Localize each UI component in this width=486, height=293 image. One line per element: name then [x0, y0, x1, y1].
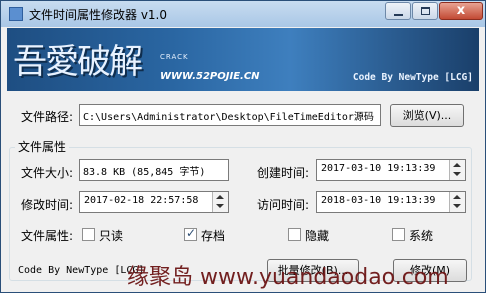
modified-datetime[interactable]: 2017-02-18 22:57:58	[79, 191, 229, 213]
attr-label: 文件属性:	[21, 229, 74, 243]
path-label: 文件路径:	[21, 110, 74, 124]
accessed-value: 2018-03-10 19:13:39	[321, 195, 436, 206]
app-window: 文件时间属性修改器 v1.0 x 吾愛破解 CRACK WWW.52POJIE.…	[0, 0, 486, 293]
banner-logo-sub: CRACK	[160, 53, 189, 61]
created-datetime[interactable]: 2017-03-10 19:13:39	[316, 159, 466, 181]
banner-credit: Code By NewType [LCG]	[352, 72, 473, 83]
spin-down-icon	[453, 172, 461, 176]
readonly-checkbox[interactable]	[82, 228, 95, 241]
spin-down-icon	[216, 204, 224, 208]
hidden-label[interactable]: 隐藏	[305, 227, 329, 244]
maximize-button[interactable]	[412, 2, 438, 20]
banner-image: 吾愛破解 CRACK WWW.52POJIE.CN Code By NewTyp…	[7, 28, 479, 91]
close-button[interactable]: x	[439, 2, 483, 20]
banner-logo: 吾愛破解	[13, 42, 143, 82]
size-label: 文件大小:	[21, 166, 74, 180]
status-text: Code By NewType [LCG]	[18, 265, 145, 276]
spin-down-icon	[453, 204, 461, 208]
watermark: 缘聚岛 www.yuandaodao.com	[127, 265, 449, 290]
created-value: 2017-03-10 19:13:39	[321, 163, 436, 174]
hidden-checkbox[interactable]	[288, 228, 301, 241]
title-bar[interactable]: 文件时间属性修改器 v1.0 x	[1, 1, 485, 27]
modified-value: 2017-02-18 22:57:58	[84, 195, 199, 206]
modified-label: 修改时间:	[21, 198, 74, 212]
spin-up-icon	[453, 195, 461, 199]
banner-url: WWW.52POJIE.CN	[160, 71, 260, 82]
close-icon: x	[456, 3, 466, 18]
checkmark-icon: ✓	[186, 226, 197, 240]
spin-up-icon	[453, 163, 461, 167]
attributes-group-title: 文件属性	[15, 138, 70, 155]
archive-checkbox[interactable]: ✓	[184, 226, 197, 241]
spin-up-icon	[216, 195, 224, 199]
readonly-label[interactable]: 只读	[99, 227, 123, 244]
system-checkbox[interactable]	[392, 228, 405, 241]
minimize-icon	[394, 14, 403, 16]
archive-label[interactable]: 存档	[201, 227, 225, 244]
accessed-datetime[interactable]: 2018-03-10 19:13:39	[316, 191, 466, 213]
maximize-icon	[421, 7, 430, 15]
created-label: 创建时间:	[257, 166, 310, 180]
path-field[interactable]: C:\Users\Administrator\Desktop\FileTimeE…	[79, 104, 381, 126]
modified-spinner[interactable]	[212, 192, 228, 212]
browse-button[interactable]: 浏览(V)...	[390, 104, 464, 127]
minimize-button[interactable]	[385, 2, 411, 20]
window-title: 文件时间属性修改器 v1.0	[29, 8, 168, 22]
accessed-spinner[interactable]	[449, 192, 465, 212]
created-spinner[interactable]	[449, 160, 465, 180]
app-icon	[9, 7, 23, 21]
size-field: 83.8 KB (85,845 字节)	[79, 159, 229, 181]
system-label[interactable]: 系统	[409, 227, 433, 244]
accessed-label: 访问时间:	[257, 198, 310, 212]
